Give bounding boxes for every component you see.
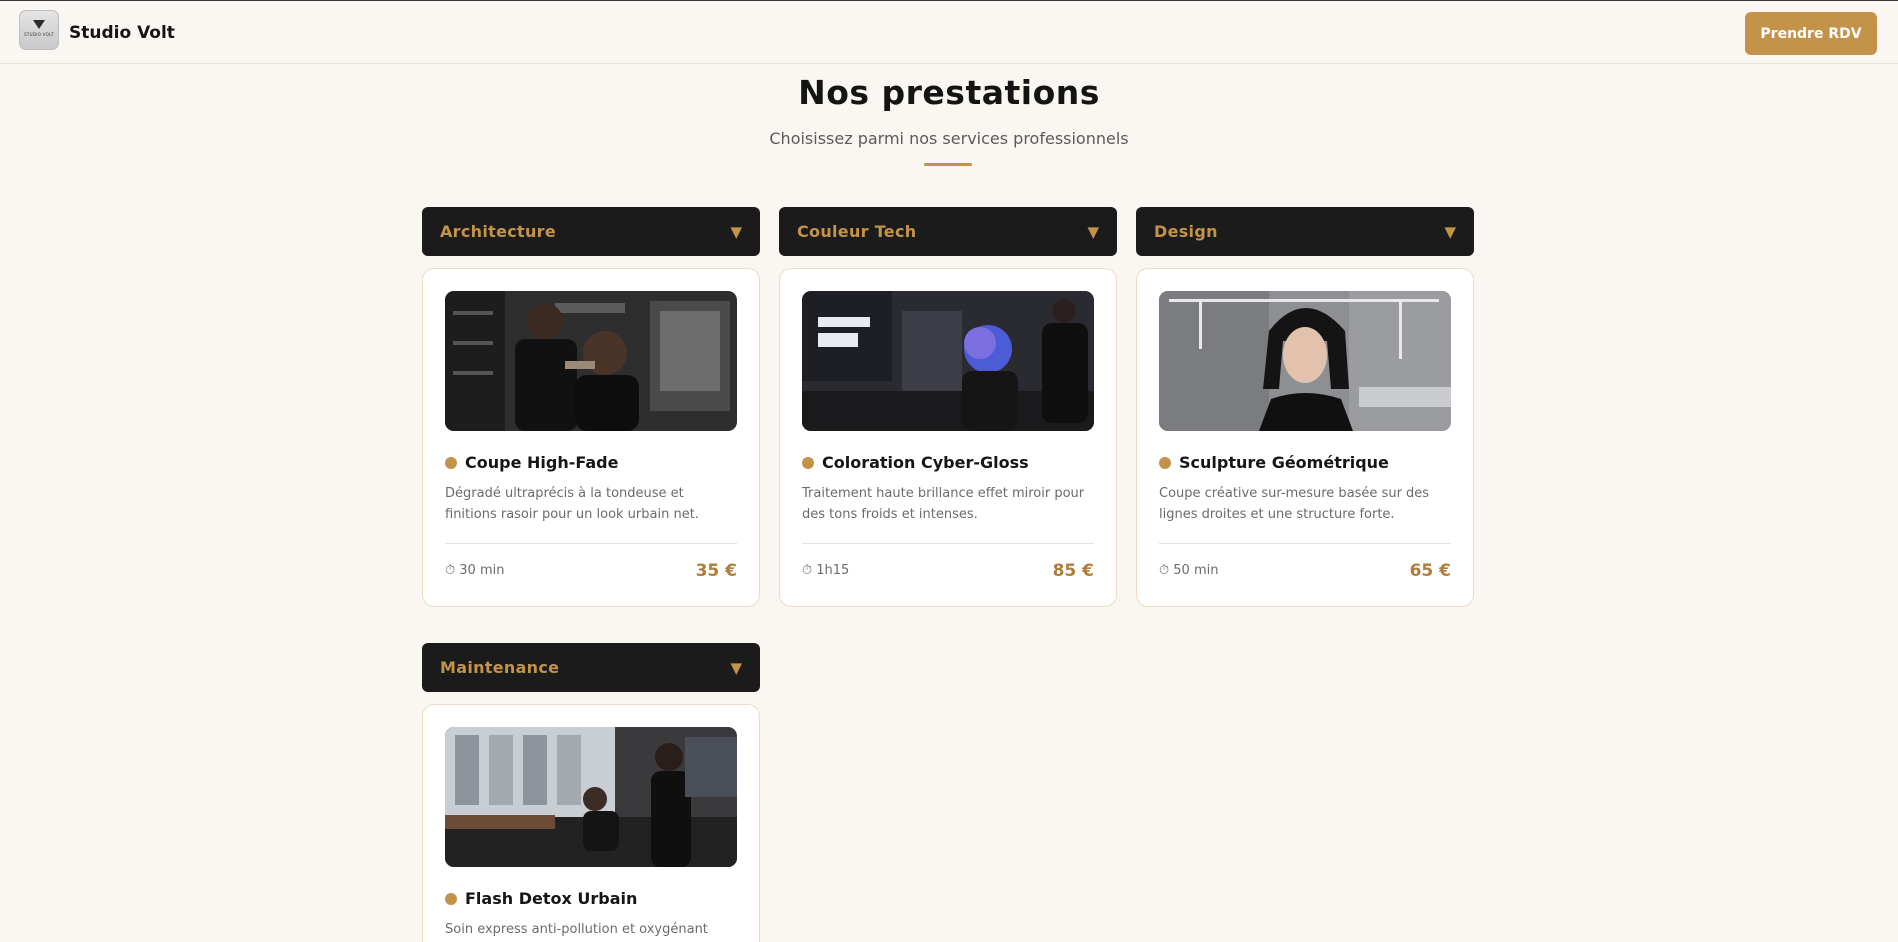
- caret-down-icon: ▼: [730, 658, 742, 677]
- service-card-sculpture-geometrique[interactable]: Sculpture Géométrique Coupe créative sur…: [1136, 268, 1474, 607]
- service-dot-icon: [1159, 457, 1171, 469]
- service-price: 85 €: [1052, 561, 1094, 581]
- service-image-geometric-bob: [1159, 291, 1451, 431]
- service-description: Soin express anti-pollution et oxygénant…: [445, 922, 708, 937]
- page-subtitle: Choisissez parmi nos services profession…: [769, 129, 1129, 148]
- title-divider: [924, 163, 972, 166]
- service-duration: ⏱ 1h15: [802, 563, 850, 578]
- category-toggle-maintenance[interactable]: Maintenance ▼: [422, 643, 760, 692]
- category-name: Maintenance: [440, 658, 560, 677]
- service-name: Coupe High-Fade: [465, 453, 619, 472]
- logo-text: STUDIO VOLT: [24, 31, 54, 37]
- category-name: Design: [1154, 222, 1218, 241]
- service-card-coupe-high-fade[interactable]: Coupe High-Fade Dégradé ultraprécis à la…: [422, 268, 760, 607]
- service-image-salon: [445, 727, 737, 867]
- card-divider: [445, 543, 737, 544]
- service-card-flash-detox-urbain[interactable]: Flash Detox Urbain Soin express anti-pol…: [422, 704, 760, 942]
- service-dot-icon: [445, 893, 457, 905]
- service-price: 65 €: [1409, 561, 1451, 581]
- service-duration: ⏱ 50 min: [1159, 563, 1219, 578]
- service-card-coloration-cyber-gloss[interactable]: Coloration Cyber-Gloss Traitement haute …: [779, 268, 1117, 607]
- page-title: Nos prestations: [798, 73, 1100, 112]
- book-appointment-button[interactable]: Prendre RDV: [1745, 12, 1877, 55]
- site-header: STUDIO VOLT Studio Volt Prendre RDV: [0, 1, 1898, 64]
- service-description: Coupe créative sur-mesure basée sur des …: [1159, 486, 1430, 522]
- logo[interactable]: STUDIO VOLT: [19, 10, 59, 50]
- service-duration: ⏱ 30 min: [445, 563, 505, 578]
- caret-down-icon: ▼: [1087, 222, 1099, 241]
- caret-down-icon: ▼: [730, 222, 742, 241]
- caret-down-icon: ▼: [1444, 222, 1456, 241]
- category-toggle-couleur-tech[interactable]: Couleur Tech ▼: [779, 207, 1117, 256]
- service-image-coloring: [802, 291, 1094, 431]
- service-dot-icon: [445, 457, 457, 469]
- brand-name[interactable]: Studio Volt: [69, 23, 175, 43]
- service-price: 35 €: [695, 561, 737, 581]
- service-name: Flash Detox Urbain: [465, 889, 638, 908]
- card-divider: [1159, 543, 1451, 544]
- service-image-barber: [445, 291, 737, 431]
- category-name: Architecture: [440, 222, 556, 241]
- category-toggle-design[interactable]: Design ▼: [1136, 207, 1474, 256]
- service-description: Dégradé ultraprécis à la tondeuse et fin…: [445, 486, 699, 522]
- service-description: Traitement haute brillance effet miroir …: [802, 486, 1085, 522]
- service-dot-icon: [802, 457, 814, 469]
- category-name: Couleur Tech: [797, 222, 917, 241]
- service-name: Sculpture Géométrique: [1179, 453, 1389, 472]
- card-divider: [802, 543, 1094, 544]
- service-name: Coloration Cyber-Gloss: [822, 453, 1029, 472]
- category-toggle-architecture[interactable]: Architecture ▼: [422, 207, 760, 256]
- logo-v-icon: [33, 19, 45, 29]
